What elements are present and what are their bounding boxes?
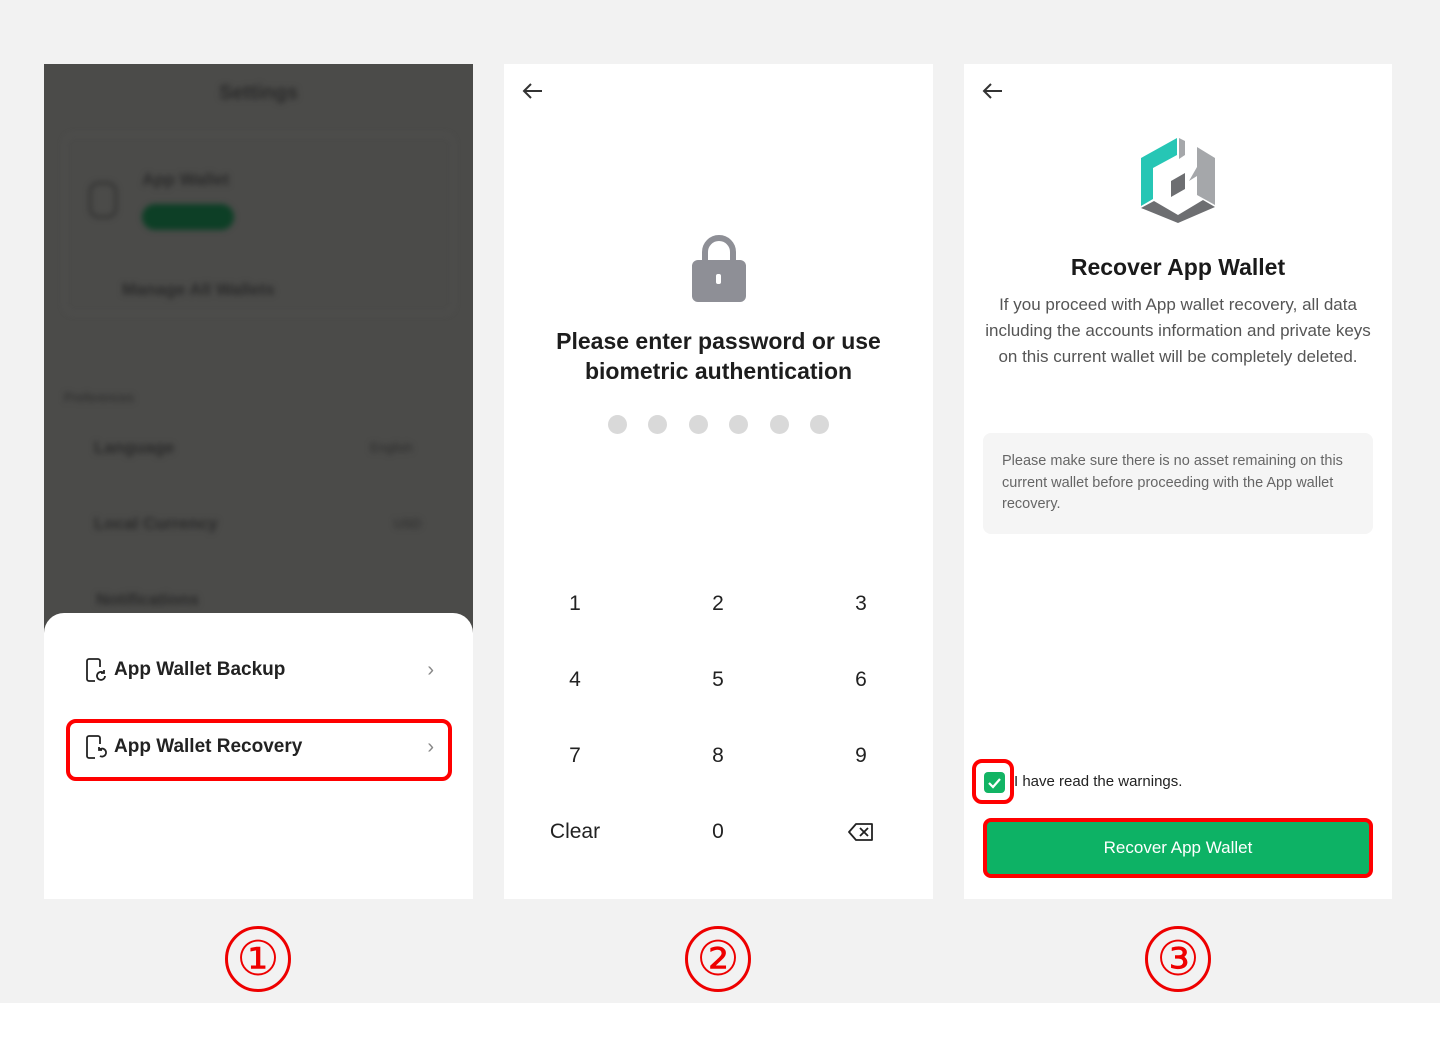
key-6[interactable]: 6 [801,660,921,700]
password-screen: Please enter password or use biometric a… [504,64,933,899]
pin-dot [608,415,627,434]
clear-key[interactable]: Clear [515,812,635,852]
key-7[interactable]: 7 [515,736,635,776]
wallet-options-sheet: App Wallet Backup › App Wallet Recovery … [44,613,473,899]
currency-row: Local Currency [94,514,218,533]
app-wallet-backup-item[interactable]: App Wallet Backup › [84,650,434,690]
highlight-box [972,759,1014,804]
recover-wallet-screen: Recover App Wallet If you proceed with A… [964,64,1392,899]
settings-title: Settings [219,82,298,104]
app-logo [1141,138,1215,223]
chevron-right-icon: › [427,658,434,681]
phone-backup-icon [86,658,106,682]
highlight-box [66,719,452,781]
pin-dot [648,415,667,434]
key-2[interactable]: 2 [658,584,778,624]
wallet-name: App Wallet [142,170,230,189]
warning-description: If you proceed with App wallet recovery,… [985,295,1371,366]
pin-dot [810,415,829,434]
wallet-icon [89,182,117,218]
wallet-badge [142,204,234,230]
key-0[interactable]: 0 [658,812,778,852]
recover-app-wallet-button[interactable]: Recover App Wallet [983,818,1373,878]
key-1[interactable]: 1 [515,584,635,624]
step-number-3: ③ [1145,926,1211,992]
key-3[interactable]: 3 [801,584,921,624]
backspace-icon [848,823,873,842]
key-4[interactable]: 4 [515,660,635,700]
language-value: English [370,440,413,455]
manage-wallets: Manage All Wallets [122,280,275,299]
pin-dot [729,415,748,434]
backspace-key[interactable] [801,812,921,852]
lock-icon [692,235,746,302]
language-row: Language [94,438,175,457]
pin-dot [689,415,708,434]
key-5[interactable]: 5 [658,660,778,700]
key-9[interactable]: 9 [801,736,921,776]
checkbox-label: I have read the warnings. [1014,773,1183,790]
key-8[interactable]: 8 [658,736,778,776]
step-number-1: ① [225,926,291,992]
item-label: App Wallet Backup [114,659,286,680]
step-number-2: ② [685,926,751,992]
notifications-row: Notifications [96,590,199,609]
back-arrow-icon[interactable] [980,78,1006,104]
pin-dot [770,415,789,434]
back-arrow-icon[interactable] [520,78,546,104]
section-label: Preferences [64,390,135,405]
asset-warning-note: Please make sure there is no asset remai… [983,433,1373,534]
page-title: Recover App Wallet [1070,254,1286,280]
currency-value: USD [394,516,422,531]
password-prompt: Please enter password or use biometric a… [556,328,881,384]
settings-screen: Settings App Wallet Manage All Wallets P… [44,64,473,899]
